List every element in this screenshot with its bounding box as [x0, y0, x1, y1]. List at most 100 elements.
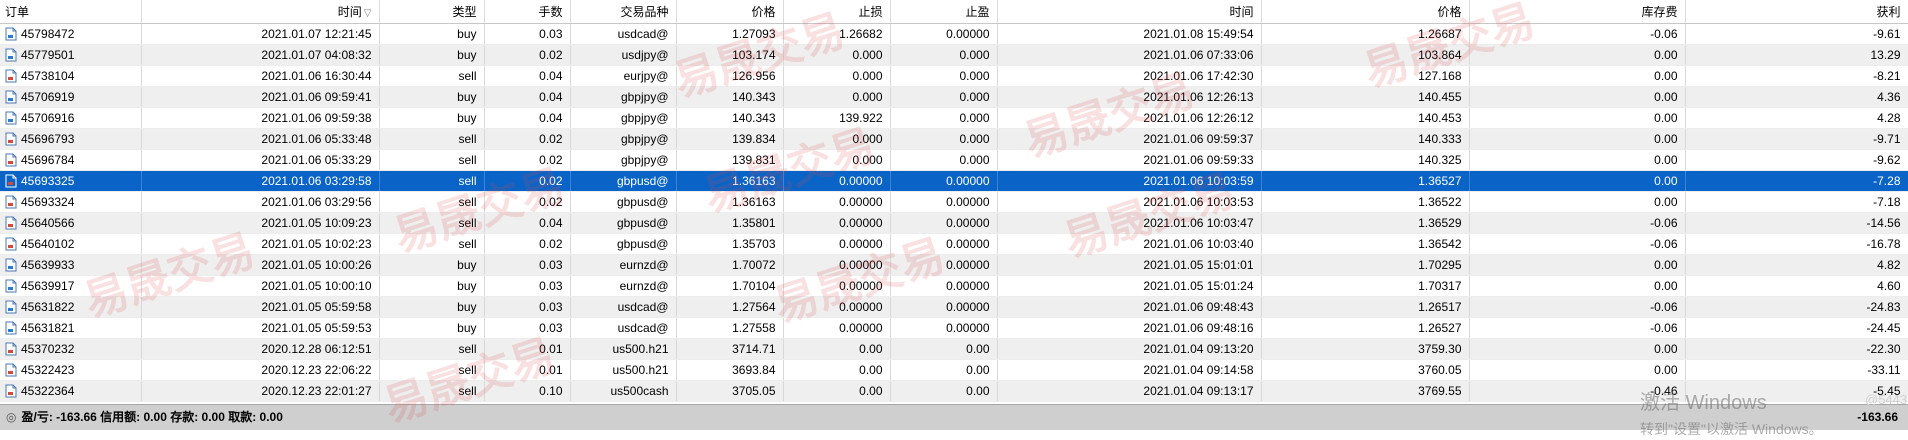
cell-volume: 0.02	[484, 191, 571, 213]
cell-stop-loss: 0.000	[783, 44, 891, 66]
cell-profit: -5.45	[1685, 380, 1908, 402]
cell-volume: 0.04	[484, 65, 571, 87]
table-row[interactable]: 45798472 2021.01.07 12:21:45 buy 0.03 usdcad…	[0, 23, 1908, 45]
table-row[interactable]: 45696793 2021.01.06 05:33:48 sell 0.02 gbpjp…	[0, 128, 1908, 150]
cell-symbol: gbpjpy@	[570, 86, 677, 108]
summary-text: 盈/亏: -163.66 信用额: 0.00 存款: 0.00 取款: 0.00	[21, 410, 283, 424]
table-row[interactable]: 45693325 2021.01.06 03:29:58 sell 0.02 gbpus…	[0, 170, 1908, 192]
cell-symbol: eurnzd@	[570, 254, 677, 276]
header-row: 订单 时间 ▽ 类型 手数 交易品种 价格 止损 止盈 时间 价格 库存费 获利	[0, 0, 1908, 24]
cell-profit: -16.78	[1685, 233, 1908, 255]
col-header-close-time[interactable]: 时间	[997, 0, 1262, 24]
cell-symbol: usdcad@	[570, 296, 677, 318]
cell-close-price: 140.455	[1261, 86, 1470, 108]
cell-order: 45693324	[0, 191, 142, 213]
order-document-icon	[5, 237, 17, 251]
order-document-icon	[5, 300, 17, 314]
col-header-stop-loss[interactable]: 止损	[783, 0, 891, 24]
col-header-order[interactable]: 订单	[0, 0, 142, 24]
col-header-close-price[interactable]: 价格	[1261, 0, 1470, 24]
cell-type: sell	[379, 359, 485, 381]
cell-stop-loss: 0.00000	[783, 275, 891, 297]
cell-open-price: 1.35801	[676, 212, 784, 234]
cell-order: 45696784	[0, 149, 142, 171]
table-row[interactable]: 45738104 2021.01.06 16:30:44 sell 0.04 eurjp…	[0, 65, 1908, 87]
col-header-open-time[interactable]: 时间 ▽	[141, 0, 380, 24]
summary-circle-icon: ◎	[6, 410, 17, 424]
cell-volume: 0.03	[484, 317, 571, 339]
cell-volume: 0.03	[484, 275, 571, 297]
cell-symbol: usdjpy@	[570, 44, 677, 66]
cell-take-profit: 0.00000	[890, 191, 998, 213]
table-row[interactable]: 45640566 2021.01.05 10:09:23 sell 0.04 gbpus…	[0, 212, 1908, 234]
cell-swap: 0.00	[1469, 86, 1686, 108]
cell-symbol: us500.h21	[570, 359, 677, 381]
col-header-swap[interactable]: 库存费	[1469, 0, 1686, 24]
col-header-type[interactable]: 类型	[379, 0, 485, 24]
cell-swap: 0.00	[1469, 44, 1686, 66]
table-row[interactable]: 45640102 2021.01.05 10:02:23 sell 0.02 gbpus…	[0, 233, 1908, 255]
cell-close-time: 2021.01.06 10:03:59	[997, 170, 1262, 192]
table-row[interactable]: 45631822 2021.01.05 05:59:58 buy 0.03 usdcad…	[0, 296, 1908, 318]
table-row[interactable]: 45706916 2021.01.06 09:59:38 buy 0.04 gbpjpy…	[0, 107, 1908, 129]
cell-open-time: 2021.01.05 10:00:10	[141, 275, 380, 297]
order-document-icon	[5, 363, 17, 377]
cell-symbol: us500cash	[570, 380, 677, 402]
cell-close-time: 2021.01.06 12:26:12	[997, 107, 1262, 129]
cell-close-time: 2021.01.06 17:42:30	[997, 65, 1262, 87]
cell-profit: -33.11	[1685, 359, 1908, 381]
col-header-profit[interactable]: 获利	[1685, 0, 1908, 24]
table-row[interactable]: 45370232 2020.12.28 06:12:51 sell 0.01 us500…	[0, 338, 1908, 360]
cell-take-profit: 0.00000	[890, 296, 998, 318]
cell-swap: 0.00	[1469, 149, 1686, 171]
cell-open-price: 139.831	[676, 149, 784, 171]
table-row[interactable]: 45706919 2021.01.06 09:59:41 buy 0.04 gbpjpy…	[0, 86, 1908, 108]
col-header-open-price[interactable]: 价格	[676, 0, 784, 24]
table-row[interactable]: 45779501 2021.01.07 04:08:32 buy 0.02 usdjpy…	[0, 44, 1908, 66]
cell-open-time: 2020.12.23 22:06:22	[141, 359, 380, 381]
cell-symbol: gbpjpy@	[570, 149, 677, 171]
cell-type: sell	[379, 338, 485, 360]
cell-volume: 0.02	[484, 44, 571, 66]
cell-take-profit: 0.000	[890, 65, 998, 87]
cell-take-profit: 0.00	[890, 359, 998, 381]
cell-order: 45322364	[0, 380, 142, 402]
cell-close-time: 2021.01.04 09:13:20	[997, 338, 1262, 360]
table-row[interactable]: 45696784 2021.01.06 05:33:29 sell 0.02 gbpjp…	[0, 149, 1908, 171]
cell-close-time: 2021.01.04 09:14:58	[997, 359, 1262, 381]
cell-take-profit: 0.00000	[890, 275, 998, 297]
cell-profit: -22.30	[1685, 338, 1908, 360]
cell-take-profit: 0.000	[890, 149, 998, 171]
cell-stop-loss: 0.000	[783, 149, 891, 171]
cell-open-time: 2020.12.23 22:01:27	[141, 380, 380, 402]
cell-open-price: 140.343	[676, 86, 784, 108]
cell-stop-loss: 0.00000	[783, 254, 891, 276]
cell-volume: 0.01	[484, 359, 571, 381]
cell-take-profit: 0.00000	[890, 254, 998, 276]
order-document-icon	[5, 342, 17, 356]
table-row[interactable]: 45639917 2021.01.05 10:00:10 buy 0.03 eurnzd…	[0, 275, 1908, 297]
col-header-take-profit[interactable]: 止盈	[890, 0, 998, 24]
order-document-icon	[5, 111, 17, 125]
order-document-icon	[5, 69, 17, 83]
cell-open-price: 3714.71	[676, 338, 784, 360]
table-row[interactable]: 45693324 2021.01.06 03:29:56 sell 0.02 gbpus…	[0, 191, 1908, 213]
cell-swap: 0.00	[1469, 65, 1686, 87]
col-header-volume[interactable]: 手数	[484, 0, 571, 24]
table-row[interactable]: 45639933 2021.01.05 10:00:26 buy 0.03 eurnzd…	[0, 254, 1908, 276]
order-document-icon	[5, 132, 17, 146]
cell-open-time: 2021.01.06 09:59:38	[141, 107, 380, 129]
table-row[interactable]: 45322364 2020.12.23 22:01:27 sell 0.10 us500…	[0, 380, 1908, 402]
cell-close-price: 140.453	[1261, 107, 1470, 129]
cell-swap: -0.06	[1469, 23, 1686, 45]
cell-profit: -7.28	[1685, 170, 1908, 192]
col-header-symbol[interactable]: 交易品种	[570, 0, 677, 24]
cell-volume: 0.02	[484, 149, 571, 171]
cell-close-time: 2021.01.06 09:48:16	[997, 317, 1262, 339]
cell-take-profit: 0.000	[890, 86, 998, 108]
cell-type: buy	[379, 23, 485, 45]
cell-stop-loss: 0.000	[783, 65, 891, 87]
table-row[interactable]: 45631821 2021.01.05 05:59:53 buy 0.03 usdcad…	[0, 317, 1908, 339]
cell-stop-loss: 0.00	[783, 338, 891, 360]
table-row[interactable]: 45322423 2020.12.23 22:06:22 sell 0.01 us500…	[0, 359, 1908, 381]
